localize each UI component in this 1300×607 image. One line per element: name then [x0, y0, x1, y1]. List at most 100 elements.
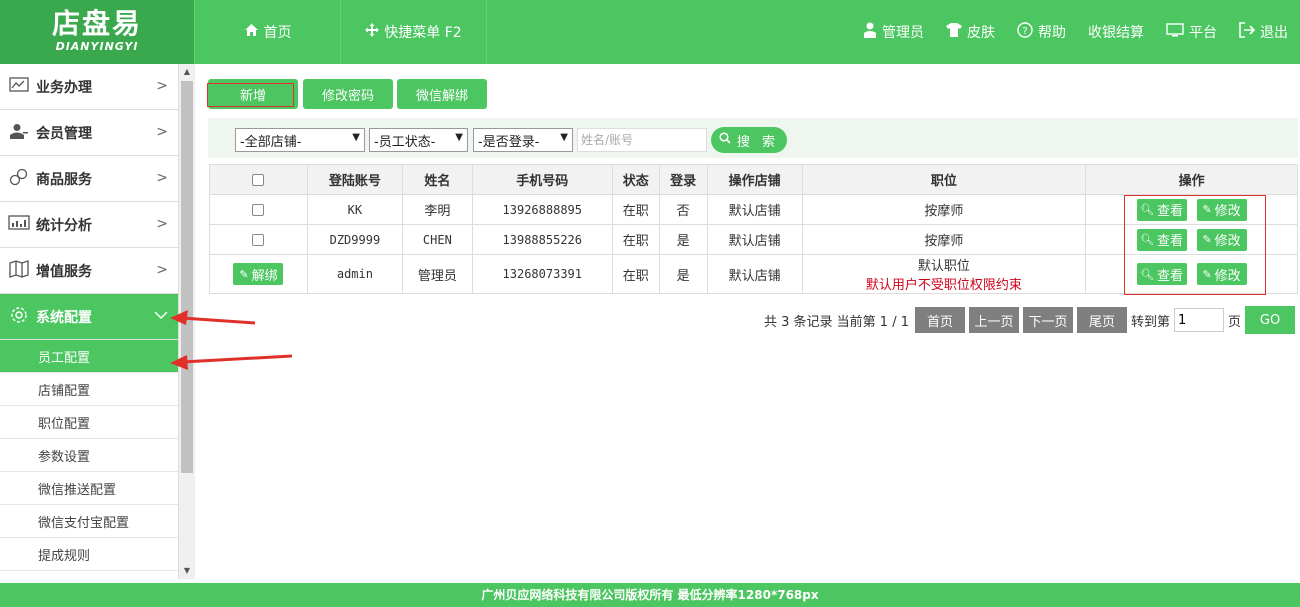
pagination: 共 3 条记录 当前第 1 / 1 首页 上一页 下一页 尾页 转到第 页 GO — [764, 306, 1296, 334]
filter-bar: -全部店铺- ▼ -员工状态- ▼ -是否登录- ▼ 搜 索 — [208, 118, 1298, 158]
go-button[interactable]: GO — [1245, 306, 1296, 334]
chevron-right-icon: > — [156, 124, 168, 140]
cell-account: KK — [306, 194, 403, 225]
login-select-value: -是否登录- — [478, 134, 540, 150]
nav-home[interactable]: 首页 — [194, 0, 341, 64]
status-select[interactable]: -员工状态- ▼ — [369, 128, 468, 152]
login-select[interactable]: -是否登录- ▼ — [473, 128, 573, 152]
sidebar-sub-position-config[interactable]: 职位配置 — [0, 406, 178, 439]
chevron-right-icon: > — [156, 262, 168, 278]
sidebar-sub-wechat-alipay[interactable]: 微信支付宝配置 — [0, 505, 178, 538]
sidebar-item-label: 统计分析 — [36, 217, 92, 234]
prev-page-button[interactable]: 上一页 — [969, 307, 1019, 333]
nav-admin[interactable]: 管理员 — [863, 22, 924, 42]
nav-left: 首页 快捷菜单 F2 — [194, 0, 487, 64]
sidebar-sub-shop-config[interactable]: 店铺配置 — [0, 373, 178, 406]
nav-platform-label: 平台 — [1189, 25, 1217, 41]
search-icon — [719, 132, 731, 148]
add-button[interactable]: 新增 — [207, 79, 298, 109]
dropdown-arrow-icon: ▼ — [560, 132, 568, 143]
help-icon: ? — [1017, 22, 1033, 42]
search-input[interactable] — [577, 128, 707, 152]
edit-label: 修改 — [1214, 268, 1241, 284]
pencil-icon: ✎ — [1202, 233, 1212, 246]
nav-home-label: 首页 — [263, 25, 292, 41]
chevron-right-icon: > — [156, 170, 168, 186]
footer-text: 广州贝应网络科技有限公司版权所有 最低分辨率1280*768px — [481, 588, 819, 602]
nav-help[interactable]: ? 帮助 — [1017, 22, 1066, 42]
main-content: 新增 修改密码 微信解绑 -全部店铺- ▼ -员工状态- ▼ -是否登录- ▼ … — [196, 64, 1300, 583]
sidebar-item-goods[interactable]: 商品服务 > — [0, 156, 178, 202]
last-page-button[interactable]: 尾页 — [1077, 307, 1127, 333]
goto-label: 转到第 — [1131, 314, 1171, 330]
nav-skin[interactable]: 皮肤 — [946, 22, 995, 42]
row-checkbox[interactable] — [252, 233, 265, 246]
user-icon — [863, 22, 877, 42]
move-icon — [365, 23, 380, 41]
cell-status: 在职 — [611, 254, 660, 294]
unbind-button[interactable]: ✎ 解绑 — [233, 263, 284, 285]
sidebar-item-members[interactable]: 会员管理 > — [0, 110, 178, 156]
sidebar-sub-wechat-push[interactable]: 微信推送配置 — [0, 472, 178, 505]
position-note: 默认用户不受职位权限约束 — [865, 278, 1022, 293]
sidebar-sub-params[interactable]: 参数设置 — [0, 439, 178, 472]
row-checkbox[interactable] — [252, 203, 265, 216]
nav-right: 管理员 皮肤 ? 帮助 收银结算 平台 退出 — [841, 0, 1288, 64]
cell-name: 李明 — [401, 194, 473, 225]
row-select-cell — [209, 224, 308, 255]
first-page-button[interactable]: 首页 — [915, 307, 965, 333]
dropdown-arrow-icon: ▼ — [352, 132, 360, 143]
cell-login: 是 — [658, 224, 708, 255]
sidebar-sub-staff-config[interactable]: 员工配置 — [0, 340, 178, 373]
shop-select[interactable]: -全部店铺- ▼ — [235, 128, 365, 152]
view-button[interactable]: 🔍︎ 查看 — [1136, 228, 1187, 251]
scroll-down-icon[interactable]: ▼ — [179, 563, 195, 579]
monitor-icon — [1166, 23, 1184, 41]
shop-select-value: -全部店铺- — [240, 134, 302, 150]
unbind-label: 解绑 — [251, 268, 278, 284]
edit-button[interactable]: ✎ 修改 — [1196, 228, 1247, 251]
cell-position: 默认职位 默认用户不受职位权限约束 — [801, 254, 1087, 294]
sidebar-item-label: 商品服务 — [36, 171, 92, 188]
cell-login: 是 — [658, 254, 708, 294]
scroll-thumb[interactable] — [181, 81, 193, 473]
nav-platform[interactable]: 平台 — [1166, 22, 1217, 42]
view-button[interactable]: 🔍︎ 查看 — [1136, 263, 1187, 285]
logo[interactable]: 店盘易 DIANYINGYI — [0, 0, 194, 64]
scroll-up-icon[interactable]: ▲ — [179, 64, 195, 80]
select-all-cell — [209, 164, 308, 195]
cell-position: 按摩师 — [801, 224, 1087, 255]
sidebar-item-business[interactable]: 业务办理 > — [0, 64, 178, 110]
nav-quick-menu[interactable]: 快捷菜单 F2 — [341, 0, 487, 64]
nav-checkout-label: 收银结算 — [1088, 25, 1144, 41]
page-unit: 页 — [1228, 314, 1242, 330]
change-password-button[interactable]: 修改密码 — [303, 79, 393, 109]
next-page-button[interactable]: 下一页 — [1023, 307, 1073, 333]
sidebar-sub-commission[interactable]: 提成规则 — [0, 538, 178, 571]
sidebar-item-system-config[interactable]: 系统配置 — [0, 294, 178, 340]
nav-logout[interactable]: 退出 — [1239, 22, 1288, 42]
select-all-checkbox[interactable] — [252, 173, 265, 186]
col-header: 登录 — [658, 164, 708, 195]
table-row: KK 李明 13926888895 在职 否 默认店铺 按摩师 🔍︎ 查看 ✎ 修改 — [209, 194, 1298, 225]
edit-button[interactable]: ✎ 修改 — [1196, 198, 1247, 221]
search-button[interactable]: 搜 索 — [711, 127, 787, 153]
chart-icon — [8, 76, 30, 97]
top-header: 店盘易 DIANYINGYI 首页 快捷菜单 F2 管理员 皮肤 ? 帮助 收银… — [0, 0, 1300, 64]
stats-icon — [8, 214, 30, 235]
nav-help-label: 帮助 — [1038, 25, 1066, 41]
sidebar-item-value-added[interactable]: 增值服务 > — [0, 248, 178, 294]
nav-checkout[interactable]: 收银结算 — [1088, 22, 1144, 42]
view-button[interactable]: 🔍︎ 查看 — [1136, 198, 1187, 221]
edit-button[interactable]: ✎ 修改 — [1196, 263, 1247, 285]
wechat-unbind-button[interactable]: 微信解绑 — [397, 79, 487, 109]
highlight-box — [207, 83, 294, 107]
sidebar: 业务办理 > 会员管理 > 商品服务 > 统计分析 > 增值服务 > 系统配置 — [0, 64, 178, 583]
col-header: 职位 — [801, 164, 1087, 195]
goto-page-input[interactable] — [1174, 308, 1225, 332]
col-header: 操作 — [1085, 164, 1298, 195]
search-icon: 🔍︎ — [1140, 203, 1155, 216]
sidebar-item-stats[interactable]: 统计分析 > — [0, 202, 178, 248]
pager-summary: 共 3 条记录 当前第 1 / 1 — [764, 314, 909, 330]
nav-skin-label: 皮肤 — [967, 25, 995, 41]
